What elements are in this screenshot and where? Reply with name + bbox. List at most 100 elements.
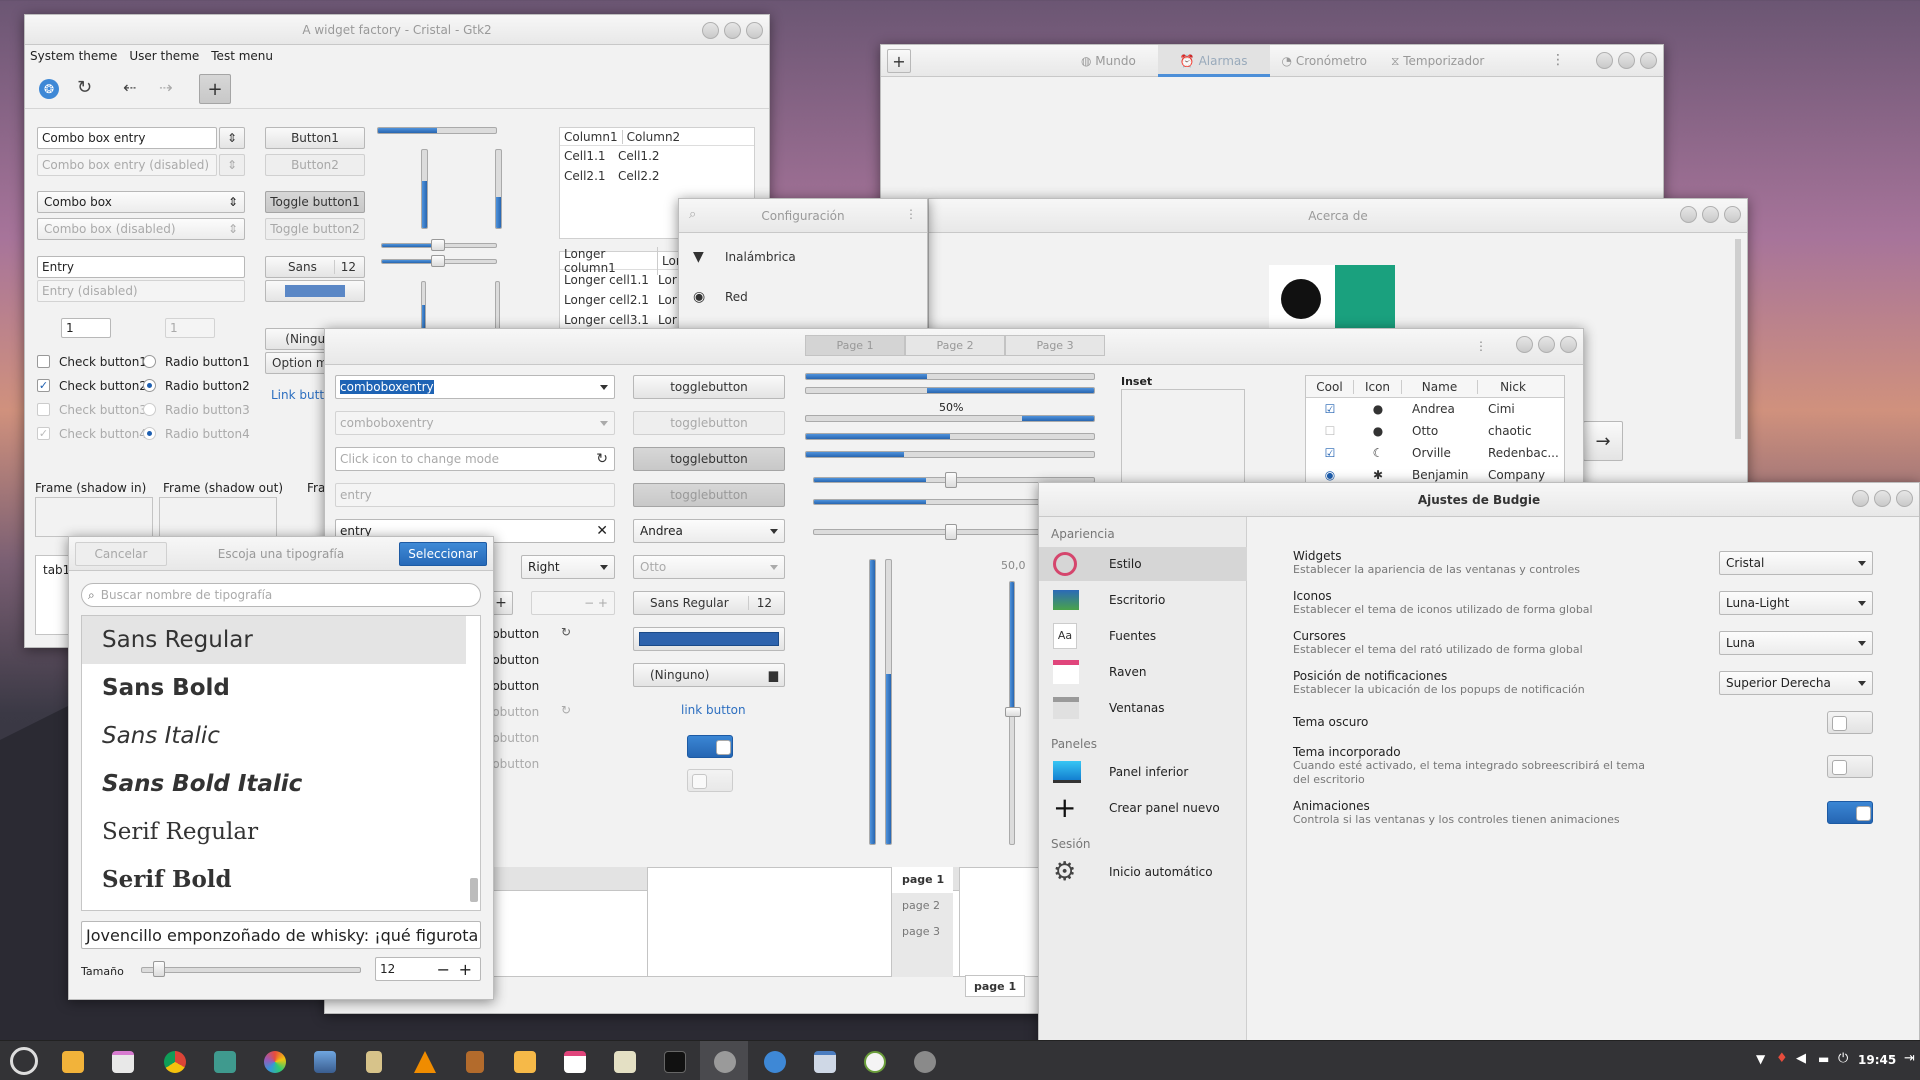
dark-theme-switch[interactable]	[1827, 711, 1873, 734]
size-scale[interactable]	[141, 967, 361, 973]
tree-header-icon[interactable]: Icon	[1354, 379, 1402, 394]
minimize-button[interactable]	[1680, 206, 1697, 223]
about-titlebar[interactable]: Acerca de	[929, 199, 1747, 233]
page-switch-2[interactable]: Page 2	[905, 335, 1005, 356]
scale-1-knob[interactable]	[945, 472, 957, 488]
power-icon[interactable]: ⏻	[1838, 1051, 1848, 1066]
maximize-button[interactable]	[1538, 336, 1555, 353]
radiobutton-1[interactable]: iobutton	[489, 627, 539, 641]
toggle-button-1[interactable]: Toggle button1	[265, 191, 365, 213]
font-button[interactable]: Sans Regular 12	[633, 591, 785, 615]
search-icon[interactable]: ⌕	[689, 207, 696, 222]
add-toolbar-button[interactable]: +	[199, 74, 231, 104]
tab-cronometro[interactable]: ◔ Cronómetro	[1270, 45, 1379, 77]
menu-system-theme[interactable]: System theme	[30, 49, 117, 63]
menu-dots-icon[interactable]: ⋮	[1475, 339, 1487, 353]
tree-header-nick[interactable]: Nick	[1478, 380, 1548, 394]
long-column-header-1[interactable]: Longer column1	[560, 246, 658, 275]
font-list-item[interactable]: Sans Bold Italic	[82, 760, 480, 808]
togglebutton-3[interactable]: togglebutton	[633, 447, 785, 471]
combo-box-entry[interactable]: Combo box entry	[37, 127, 217, 149]
display-icon[interactable]: ▬	[1818, 1052, 1829, 1066]
close-button[interactable]	[1640, 52, 1657, 69]
tab-temporizador[interactable]: ⧖ Temporizador	[1379, 45, 1496, 77]
tab-page-2[interactable]: page 2	[892, 893, 953, 919]
gtk2-scale-1-knob[interactable]	[431, 239, 445, 251]
comboboxentry[interactable]: comboboxentry	[335, 375, 615, 399]
table-row[interactable]: Cell1.1 Cell1.2	[560, 146, 754, 166]
text-editor-icon[interactable]	[112, 1051, 134, 1073]
chrome-icon[interactable]	[164, 1051, 186, 1073]
next-arrow-button[interactable]: →	[1583, 421, 1623, 461]
taskbar-clock[interactable]: 19:45	[1858, 1053, 1896, 1067]
window-icon[interactable]	[814, 1051, 836, 1073]
terminal-icon[interactable]	[664, 1051, 686, 1073]
builtin-theme-switch[interactable]	[1827, 755, 1873, 778]
config-list-item-wifi[interactable]: ▼ Inalámbrica	[679, 239, 919, 275]
config-headerbar[interactable]: ⌕ Configuración ⋮	[679, 199, 927, 233]
vscale-1-knob[interactable]	[1005, 707, 1021, 717]
sidebar-item-panel-inferior[interactable]: Panel inferior	[1039, 755, 1247, 789]
menu-user-theme[interactable]: User theme	[129, 49, 199, 63]
right-combo[interactable]: Right	[521, 555, 615, 579]
mail-icon[interactable]	[514, 1051, 536, 1073]
icons-theme-select[interactable]: Luna-Light	[1719, 591, 1873, 615]
sidebar-item-estilo[interactable]: Estilo	[1039, 547, 1247, 581]
image-viewer-icon[interactable]	[314, 1051, 336, 1073]
tab-page-1-bottom[interactable]: page 1	[965, 975, 1026, 997]
about-scrollbar[interactable]	[1735, 239, 1741, 439]
cancel-button[interactable]: Cancelar	[75, 542, 167, 566]
font-list-item[interactable]: Sans Italic	[82, 712, 480, 760]
about-icon[interactable]: ❂	[39, 79, 59, 99]
sidebar-item-ventanas[interactable]: Ventanas	[1039, 691, 1247, 725]
sidebar-item-crear-panel[interactable]: + Crear panel nuevo	[1039, 791, 1247, 825]
minimize-button[interactable]	[1516, 336, 1533, 353]
font-preview-entry[interactable]: Jovencillo emponzoñado de whisky: ¡qué f…	[81, 921, 481, 949]
widget-factory-titlebar[interactable]: A widget factory - Cristal - Gtk2	[25, 15, 769, 45]
page-switch-1[interactable]: Page 1	[805, 335, 905, 356]
files-icon[interactable]	[62, 1051, 84, 1073]
archive-icon[interactable]	[214, 1051, 236, 1073]
file-chooser-button[interactable]: (Ninguno) ▆	[633, 663, 785, 687]
scale-3-knob[interactable]	[945, 524, 957, 540]
menu-test[interactable]: Test menu	[211, 49, 273, 63]
show-desktop-icon[interactable]: ⇥	[1904, 1051, 1915, 1066]
size-spin-entry[interactable]: 12 − +	[375, 957, 481, 981]
andrea-combo[interactable]: Andrea	[633, 519, 785, 543]
sidebar-item-raven[interactable]: Raven	[1039, 655, 1247, 689]
close-button[interactable]	[1560, 336, 1577, 353]
font-list-item[interactable]: Sans Bold	[82, 664, 480, 712]
minimize-button[interactable]	[702, 22, 719, 39]
notification-bell-icon[interactable]: ♦	[1776, 1051, 1788, 1066]
clear-icon[interactable]: ✕	[596, 523, 608, 539]
minus-icon[interactable]: −	[437, 960, 450, 979]
entry-field[interactable]: Entry	[37, 256, 245, 278]
widget-factory-icon[interactable]	[764, 1051, 786, 1073]
column-header-1[interactable]: Column1	[560, 129, 623, 144]
refresh-icon[interactable]: ↻	[77, 77, 92, 98]
check-button-2[interactable]: ✓	[37, 379, 50, 392]
wifi-tray-icon[interactable]: ▼	[1756, 1052, 1765, 1066]
combo-entry-spin-button[interactable]: ⇕	[219, 127, 245, 149]
font-list-item[interactable]: Serif Regular	[82, 808, 480, 856]
color-button[interactable]	[633, 627, 785, 651]
forward-icon[interactable]: ⇢	[159, 78, 172, 97]
column-header-2[interactable]: Column2	[623, 130, 685, 144]
button-1[interactable]: Button1	[265, 127, 365, 149]
radiobutton-2[interactable]: iobutton	[489, 653, 539, 667]
tab-mundo[interactable]: ◍ Mundo	[1051, 45, 1158, 77]
maximize-button[interactable]	[1874, 490, 1891, 507]
close-button[interactable]	[1896, 490, 1913, 507]
notification-position-select[interactable]: Superior Derecha	[1719, 671, 1873, 695]
cursor-theme-select[interactable]: Luna	[1719, 631, 1873, 655]
tab-page-1[interactable]: page 1	[892, 867, 953, 893]
maximize-button[interactable]	[1618, 52, 1635, 69]
gtk3-headerbar[interactable]: Page 1 Page 2 Page 3 ⋮	[325, 329, 1583, 365]
page-switch-3[interactable]: Page 3	[1005, 335, 1105, 356]
tab-alarmas[interactable]: ⏰ Alarmas	[1157, 45, 1270, 77]
select-button[interactable]: Seleccionar	[399, 542, 487, 566]
switch-on[interactable]	[687, 735, 733, 758]
font-list-item[interactable]: Sans Regular	[82, 616, 466, 664]
size-scale-knob[interactable]	[153, 961, 165, 977]
sidebar-item-autostart[interactable]: ⚙ Inicio automático	[1039, 855, 1247, 889]
